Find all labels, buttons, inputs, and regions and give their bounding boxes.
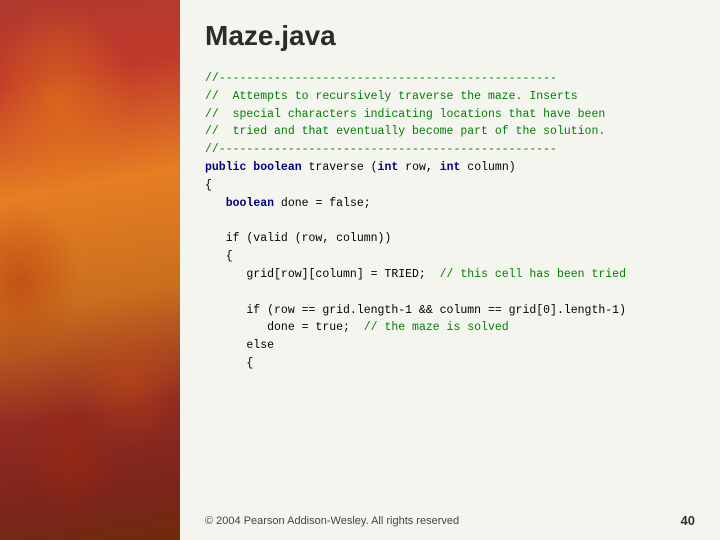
code-block: //--------------------------------------… (205, 70, 695, 373)
code-line-6: public boolean traverse (int row, int co… (205, 159, 695, 177)
slide-title: Maze.java (205, 20, 695, 52)
code-line-4: // tried and that eventually become part… (205, 123, 695, 141)
code-line-11: { (205, 248, 695, 266)
main-content: Maze.java //----------------------------… (180, 0, 720, 540)
code-line-14: if (row == grid.length-1 && column == gr… (205, 302, 695, 320)
code-line-9 (205, 213, 695, 231)
code-line-7: { (205, 177, 695, 195)
code-line-17: { (205, 355, 695, 373)
code-line-5: //--------------------------------------… (205, 141, 695, 159)
code-line-2: // Attempts to recursively traverse the … (205, 88, 695, 106)
code-line-8: boolean done = false; (205, 195, 695, 213)
code-line-10: if (valid (row, column)) (205, 230, 695, 248)
code-line-3: // special characters indicating locatio… (205, 106, 695, 124)
code-line-15: done = true; // the maze is solved (205, 319, 695, 337)
code-line-13 (205, 284, 695, 302)
footer: © 2004 Pearson Addison-Wesley. All right… (180, 513, 720, 528)
background-panel (0, 0, 185, 540)
code-line-16: else (205, 337, 695, 355)
code-line-1: //--------------------------------------… (205, 70, 695, 88)
code-line-12: grid[row][column] = TRIED; // this cell … (205, 266, 695, 284)
footer-copyright: © 2004 Pearson Addison-Wesley. All right… (205, 515, 459, 527)
footer-page-number: 40 (681, 513, 695, 528)
